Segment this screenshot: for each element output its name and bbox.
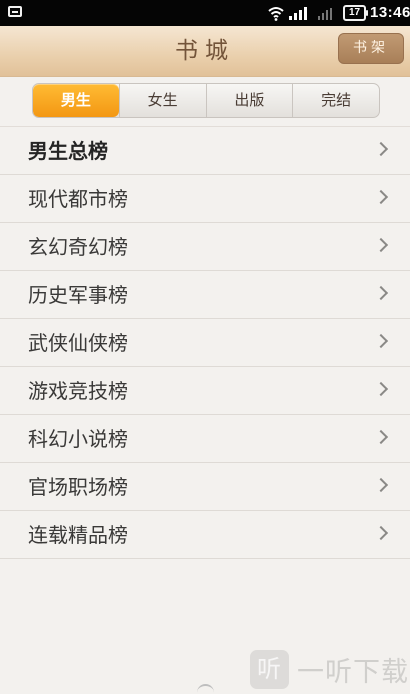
tab-male[interactable]: 男生 <box>33 84 119 117</box>
wifi-icon <box>268 7 284 21</box>
signal-icon <box>289 7 307 20</box>
ranking-label: 历史军事榜 <box>28 283 128 307</box>
ranking-item-career[interactable]: 官场职场榜 <box>0 463 410 511</box>
bottom-arc-icon <box>197 684 214 694</box>
ranking-label: 男生总榜 <box>28 139 108 163</box>
chevron-right-icon <box>373 333 389 349</box>
ranking-item-urban[interactable]: 现代都市榜 <box>0 175 410 223</box>
status-bar: 17 13:46 <box>0 0 410 26</box>
chevron-right-icon <box>373 429 389 445</box>
status-time: 13:46 <box>370 4 410 21</box>
ranking-item-male-total[interactable]: 男生总榜 <box>0 127 410 175</box>
ranking-item-history[interactable]: 历史军事榜 <box>0 271 410 319</box>
chevron-right-icon <box>373 525 389 541</box>
ranking-label: 武侠仙侠榜 <box>28 331 128 355</box>
chevron-right-icon <box>373 141 389 157</box>
watermark: 听 一听下载 <box>250 649 409 689</box>
ranking-label: 官场职场榜 <box>28 475 128 499</box>
ranking-label: 玄幻奇幻榜 <box>28 235 128 259</box>
signal-icon-secondary <box>318 8 332 20</box>
battery-icon: 17 <box>343 5 368 21</box>
ranking-label: 游戏竞技榜 <box>28 379 128 403</box>
tab-completed[interactable]: 完结 <box>292 84 379 117</box>
tab-published[interactable]: 出版 <box>205 84 293 117</box>
notification-icon <box>8 6 22 17</box>
chevron-right-icon <box>373 189 389 205</box>
ranking-item-scifi[interactable]: 科幻小说榜 <box>0 415 410 463</box>
ranking-item-gaming[interactable]: 游戏竞技榜 <box>0 367 410 415</box>
chevron-right-icon <box>373 381 389 397</box>
chevron-right-icon <box>373 285 389 301</box>
ranking-item-fantasy[interactable]: 玄幻奇幻榜 <box>0 223 410 271</box>
ranking-item-serialized[interactable]: 连载精品榜 <box>0 511 410 559</box>
watermark-logo-icon: 听 <box>250 649 289 689</box>
chevron-right-icon <box>373 477 389 493</box>
ranking-list: 男生总榜 现代都市榜 玄幻奇幻榜 历史军事榜 武侠仙侠榜 游戏竞技榜 科幻小说榜… <box>0 126 410 559</box>
ranking-label: 现代都市榜 <box>28 187 128 211</box>
chevron-right-icon <box>373 237 389 253</box>
ranking-label: 科幻小说榜 <box>28 427 128 451</box>
header: 书城 书架 <box>0 26 410 77</box>
category-tabs: 男生 女生 出版 完结 <box>32 83 380 118</box>
bookshelf-button[interactable]: 书架 <box>338 33 404 64</box>
watermark-text: 一听下载 <box>297 656 409 688</box>
ranking-item-wuxia[interactable]: 武侠仙侠榜 <box>0 319 410 367</box>
ranking-label: 连载精品榜 <box>28 523 128 547</box>
tab-female[interactable]: 女生 <box>118 84 206 117</box>
